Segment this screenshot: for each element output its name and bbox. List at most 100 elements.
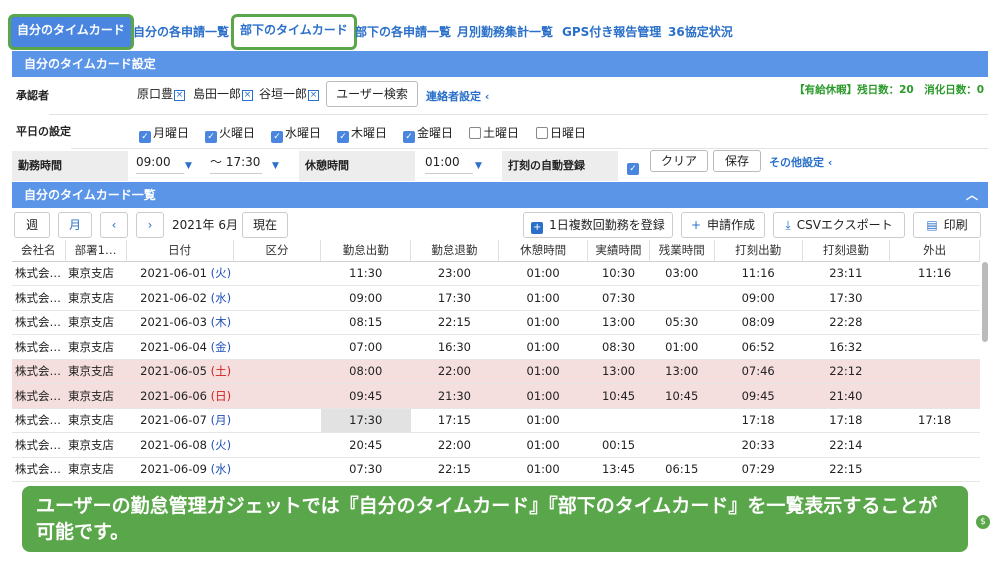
- checkbox-unchecked-icon[interactable]: [536, 127, 548, 139]
- cell-stamp-out: 22:12: [802, 359, 890, 384]
- cell-in: 20:45: [320, 432, 411, 458]
- cell-company: 株式会…: [12, 310, 65, 335]
- cell-type: [233, 334, 321, 360]
- next-month-button[interactable]: ›: [136, 212, 164, 238]
- table-row[interactable]: 株式会… 東京支店 2021-06-09 (水) 07:30 22:15 01:00 13:…: [12, 457, 980, 482]
- weekday-text: 木: [215, 315, 227, 330]
- cell-overtime: 13:00: [649, 359, 715, 384]
- contact-settings-link[interactable]: 連絡者設定 ‹: [426, 88, 489, 104]
- cell-stamp-in: 08:09: [714, 310, 803, 335]
- tab-36-agreement[interactable]: 36協定状況: [668, 16, 733, 48]
- csv-export-button[interactable]: ⤓ CSVエクスポート: [773, 212, 905, 238]
- date-text: 2021-06-01: [140, 266, 207, 281]
- column-header[interactable]: 日付: [126, 240, 234, 262]
- column-header[interactable]: 実績時間: [587, 240, 650, 262]
- weekday-wed[interactable]: ✓ 水曜日: [271, 124, 321, 143]
- column-header[interactable]: 勤怠出勤: [320, 240, 412, 262]
- clear-button[interactable]: クリア: [650, 150, 708, 172]
- table-row[interactable]: 株式会… 東京支店 2021-06-08 (火) 20:45 22:00 01:00 00:…: [12, 432, 980, 458]
- tab-my-requests[interactable]: 自分の各申請一覧: [133, 16, 229, 48]
- weekday-text: 月: [215, 413, 227, 428]
- remove-icon[interactable]: ×: [242, 90, 254, 101]
- cell-stamp-in: 07:46: [714, 359, 803, 384]
- multi-register-button[interactable]: +1日複数回勤務を登録: [523, 212, 673, 238]
- checkbox-checked-icon[interactable]: ✓: [627, 163, 639, 175]
- apply-button[interactable]: + 申請作成: [681, 212, 765, 238]
- dropdown-arrow-icon[interactable]: ▼: [272, 161, 279, 171]
- column-header[interactable]: 打刻出勤: [714, 240, 803, 262]
- week-view-button[interactable]: 週: [14, 212, 50, 238]
- cell-stamp-in: 09:00: [714, 285, 803, 311]
- chevron-up-icon[interactable]: ︿: [966, 182, 978, 208]
- checkbox-checked-icon[interactable]: ✓: [271, 131, 283, 143]
- column-header[interactable]: 勤怠退勤: [410, 240, 499, 262]
- cell-in: 17:30: [320, 408, 411, 433]
- save-button[interactable]: 保存: [713, 150, 761, 172]
- column-header[interactable]: 打刻退勤: [802, 240, 891, 262]
- remove-icon[interactable]: ×: [174, 90, 186, 101]
- settings-section-header: 自分のタイムカード設定: [12, 51, 988, 77]
- column-header[interactable]: 会社名: [12, 240, 66, 262]
- weekday-fri[interactable]: ✓ 金曜日: [403, 124, 453, 143]
- checkbox-checked-icon[interactable]: ✓: [205, 131, 217, 143]
- printer-icon: ▤: [926, 218, 938, 232]
- dropdown-arrow-icon[interactable]: ▼: [475, 161, 482, 171]
- cell-company: 株式会…: [12, 359, 65, 384]
- weekday-sun[interactable]: 日曜日: [536, 124, 586, 141]
- weekday-mon[interactable]: ✓ 月曜日: [139, 124, 189, 143]
- cell-company: 株式会…: [12, 285, 65, 311]
- month-view-button[interactable]: 月: [58, 212, 92, 238]
- remove-icon[interactable]: ×: [308, 90, 320, 101]
- cell-out: 22:00: [410, 359, 499, 384]
- tab-gps-reports[interactable]: GPS付き報告管理: [562, 16, 661, 48]
- cell-dept: 東京支店: [65, 359, 127, 384]
- weekday-tue[interactable]: ✓ 火曜日: [205, 124, 255, 143]
- checkbox-unchecked-icon[interactable]: [469, 127, 481, 139]
- weekday-thu[interactable]: ✓ 木曜日: [337, 124, 387, 143]
- now-button[interactable]: 現在: [242, 212, 288, 238]
- prev-month-button[interactable]: ‹: [100, 212, 128, 238]
- table-scrollbar[interactable]: [982, 262, 988, 342]
- weekday-text: 水: [215, 290, 227, 305]
- weekday-text: 火: [215, 437, 227, 452]
- column-header[interactable]: 部署1…: [65, 240, 127, 262]
- column-header[interactable]: 残業時間: [649, 240, 715, 262]
- table-row[interactable]: 株式会… 東京支店 2021-06-06 (日) 09:45 21:30 01:00 10:…: [12, 383, 980, 409]
- table-row[interactable]: 株式会… 東京支店 2021-06-05 (土) 08:00 22:00 01:00 13:…: [12, 359, 980, 384]
- break-time-select[interactable]: 01:00: [425, 150, 473, 174]
- work-end-select[interactable]: 〜 17:30: [210, 150, 262, 174]
- approver-row: 承認者 原口豊 × 島田一郎 × 谷垣一郎 × ユーザー検索 連絡者設定 ‹ 【有給休…: [12, 77, 988, 115]
- column-header[interactable]: 外出: [889, 240, 980, 262]
- currency-icon: $: [976, 515, 990, 529]
- dropdown-arrow-icon[interactable]: ▼: [185, 161, 192, 171]
- work-start-select[interactable]: 09:00: [136, 150, 184, 174]
- tab-subordinate-requests[interactable]: 部下の各申請一覧: [355, 16, 451, 48]
- table-row[interactable]: 株式会… 東京支店 2021-06-07 (月) 17:30 17:15 01:00 17:…: [12, 408, 980, 433]
- table-header-row: 会社名 部署1… 日付 区分 勤怠出勤 勤怠退勤 休憩時間 実績時間 残業時間 打刻出勤 打刻退勤外…: [12, 240, 980, 262]
- table-row[interactable]: 株式会… 東京支店 2021-06-02 (水) 09:00 17:30 01:00 07:…: [12, 285, 980, 311]
- checkbox-checked-icon[interactable]: ✓: [403, 131, 415, 143]
- cell-out: 22:15: [410, 310, 499, 335]
- cell-stamp-in: 20:33: [714, 432, 803, 458]
- tab-my-timecard[interactable]: 自分のタイムカード: [8, 14, 134, 50]
- date-text: 2021-06-09: [140, 462, 207, 477]
- approver-2: 島田一郎 ×: [193, 87, 254, 101]
- cell-in: 08:00: [320, 359, 411, 384]
- user-search-button[interactable]: ユーザー検索: [326, 81, 418, 107]
- weekday-sat[interactable]: 土曜日: [469, 124, 519, 141]
- work-time-label: 勤務時間: [12, 151, 128, 181]
- cell-date: 2021-06-09 (水): [126, 457, 234, 482]
- column-header[interactable]: 区分: [233, 240, 322, 262]
- tab-subordinate-timecard[interactable]: 部下のタイムカード: [231, 14, 357, 50]
- table-row[interactable]: 株式会… 東京支店 2021-06-04 (金) 07:00 16:30 01:00 08:…: [12, 334, 980, 360]
- print-button[interactable]: ▤ 印刷: [913, 212, 981, 238]
- checkbox-checked-icon[interactable]: ✓: [139, 131, 151, 143]
- checkbox-checked-icon[interactable]: ✓: [337, 131, 349, 143]
- tab-monthly-summary[interactable]: 月別勤務集計一覧: [457, 16, 553, 48]
- column-header[interactable]: 休憩時間: [498, 240, 589, 262]
- cell-actual: [587, 408, 650, 433]
- table-row[interactable]: 株式会… 東京支店 2021-06-01 (火) 11:30 23:00 01:00 10:…: [12, 261, 980, 286]
- date-text: 2021-06-02: [140, 290, 207, 305]
- table-row[interactable]: 株式会… 東京支店 2021-06-03 (木) 08:15 22:15 01:00 13:…: [12, 310, 980, 335]
- other-settings-link[interactable]: その他設定 ‹: [769, 154, 832, 170]
